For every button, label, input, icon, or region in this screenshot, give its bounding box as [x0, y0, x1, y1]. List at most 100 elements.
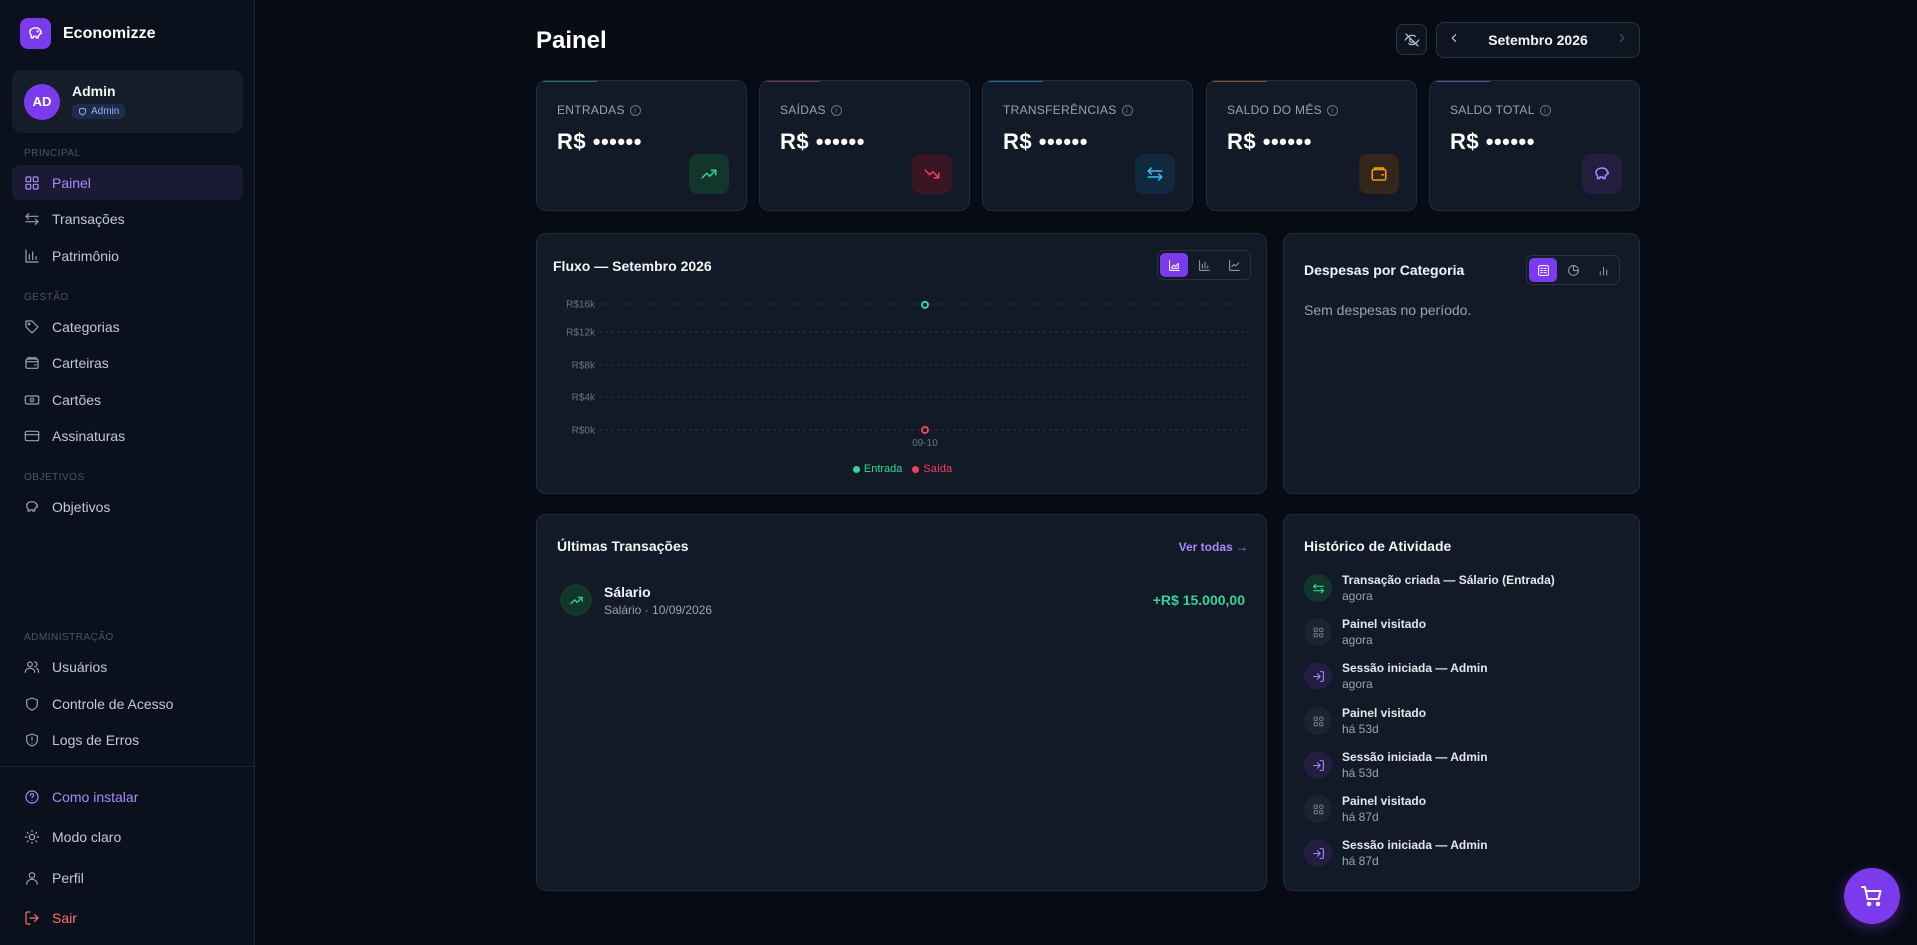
sidebar-item-label: Como instalar	[52, 788, 139, 805]
sidebar-item-categorias[interactable]: Categorias	[12, 309, 243, 344]
stat-value: R$ ••••••	[1450, 129, 1535, 154]
brand[interactable]: Economizze	[20, 18, 155, 49]
activity-text: Sessão iniciada — Admin	[1342, 661, 1488, 675]
stat-card-transferencias: TRANSFERÊNCIAS i R$ ••••••	[982, 80, 1193, 211]
sidebar-item-label: Assinaturas	[52, 427, 126, 444]
list-view-icon	[1537, 264, 1549, 276]
legend-label: Entrada	[863, 463, 903, 475]
sidebar-item-transacoes[interactable]: Transações	[12, 201, 243, 236]
stat-card-saidas: SAÍDAS i R$ ••••••	[759, 80, 970, 211]
sidebar-item-painel[interactable]: Painel	[12, 165, 243, 200]
categories-panel: Despesas por Categoria Sem despesas no p…	[1283, 233, 1640, 494]
sidebar-item-usuarios[interactable]: Usuários	[12, 649, 243, 684]
stat-card-saldo-total: SALDO TOTAL i R$ ••••••	[1429, 80, 1640, 211]
transaction-details: Salário · 10/09/2026	[604, 602, 713, 617]
info-icon[interactable]: i	[1326, 104, 1338, 116]
next-month-button[interactable]	[1615, 31, 1629, 50]
sidebar-item-controle-acesso[interactable]: Controle de Acesso	[12, 686, 243, 721]
accent-line	[1207, 81, 1267, 82]
activity-text: Sessão iniciada — Admin	[1342, 750, 1488, 764]
activity-text: Painel visitado	[1342, 706, 1427, 720]
sidebar: Economizze AD Admin Admin PRINCIPAL Pain…	[0, 0, 255, 945]
transaction-name: Sálario	[604, 583, 651, 600]
info-icon[interactable]: i	[1121, 104, 1133, 116]
grid-icon	[25, 175, 39, 190]
stat-label: SALDO TOTAL	[1450, 103, 1535, 117]
sidebar-item-sair[interactable]: Sair	[12, 900, 243, 935]
legend-saida[interactable]: Saída	[912, 463, 952, 475]
activity-time: agora	[1342, 633, 1373, 647]
data-point-sada[interactable]	[921, 426, 929, 434]
sidebar-item-label: Objetivos	[52, 498, 111, 515]
view-all-link[interactable]: Ver todas →	[1179, 540, 1248, 554]
stat-label: TRANSFERÊNCIAS	[1003, 103, 1117, 117]
users-icon	[24, 660, 40, 673]
bar-chart-icon	[1599, 266, 1607, 275]
page-title: Painel	[536, 27, 607, 54]
transactions-panel: Últimas Transações Ver todas →	[536, 514, 1267, 891]
chart-legend: Entrada Saída	[537, 463, 1268, 475]
trending-up-icon	[689, 154, 729, 194]
hide-values-button[interactable]	[1396, 24, 1427, 55]
legend-swatch	[852, 465, 860, 473]
activity-time: agora	[1342, 677, 1373, 691]
activity-time: há 53d	[1342, 722, 1379, 736]
activity-text: Transação criada — Sálario (Entrada)	[1342, 573, 1555, 587]
activity-item: Sessão iniciada — Admin há 53d	[1304, 747, 1604, 783]
sidebar-item-label: Carteiras	[52, 354, 109, 371]
role-label: Admin	[91, 105, 120, 117]
accent-line	[760, 81, 820, 82]
help-circle-icon	[25, 789, 39, 804]
login-icon	[1304, 839, 1332, 867]
sidebar-item-perfil[interactable]: Perfil	[12, 860, 243, 895]
stat-value: R$ ••••••	[1227, 129, 1312, 154]
cart-fab-button[interactable]	[1844, 868, 1900, 924]
bar-view-button[interactable]	[1589, 258, 1617, 282]
y-tick-label: R$8k	[572, 361, 596, 372]
activity-title: Histórico de Atividade	[1304, 538, 1452, 554]
stat-value: R$ ••••••	[1003, 129, 1088, 154]
info-icon[interactable]: i	[830, 104, 842, 116]
sidebar-item-label: Perfil	[52, 869, 84, 886]
sidebar-item-cartoes[interactable]: Cartões	[12, 382, 243, 417]
sidebar-item-objetivos[interactable]: Objetivos	[12, 489, 243, 524]
stat-label-row: ENTRADAS i	[557, 103, 641, 117]
sidebar-item-label: Painel	[52, 174, 91, 191]
sidebar-item-patrimonio[interactable]: Patrimônio	[12, 238, 243, 273]
list-view-button[interactable]	[1529, 258, 1557, 282]
banknote-icon	[24, 394, 40, 405]
stat-label-row: SAÍDAS i	[780, 103, 842, 117]
arrows-exchange-icon	[1135, 154, 1175, 194]
wallet-icon	[1359, 154, 1399, 194]
legend-entrada[interactable]: Entrada	[852, 463, 903, 475]
activity-item: Sessão iniciada — Admin há 87d	[1304, 835, 1604, 871]
sidebar-item-label: Sair	[52, 909, 77, 926]
piggy-bank-icon	[26, 500, 38, 512]
activity-time: há 53d	[1342, 766, 1379, 780]
previous-month-button[interactable]	[1447, 31, 1461, 50]
sidebar-item-modo-claro[interactable]: Modo claro	[12, 819, 243, 854]
pie-view-button[interactable]	[1559, 258, 1587, 282]
y-tick-label: R$16k	[566, 300, 596, 311]
activity-text: Painel visitado	[1342, 617, 1427, 631]
user-card[interactable]: AD Admin Admin	[12, 70, 243, 133]
arrows-exchange-icon	[25, 212, 39, 225]
sidebar-item-logs-erros[interactable]: Logs de Erros	[12, 722, 243, 757]
transaction-row[interactable]: Sálario Salário · 10/09/2026 +R$ 15.000,…	[560, 580, 1245, 620]
info-icon[interactable]: i	[629, 104, 641, 116]
piggy-bank-icon	[1582, 154, 1622, 194]
login-icon	[1304, 662, 1332, 690]
sidebar-item-label: Logs de Erros	[52, 731, 140, 748]
chevron-left-icon	[1451, 33, 1457, 42]
data-point-entrada[interactable]	[921, 300, 929, 309]
shopping-cart-icon	[1861, 886, 1882, 907]
sidebar-item-assinaturas[interactable]: Assinaturas	[12, 418, 243, 453]
y-tick-label: R$12k	[566, 328, 596, 339]
legend-swatch	[912, 465, 920, 473]
sidebar-item-label: Transações	[52, 210, 125, 227]
activity-item: Sessão iniciada — Admin agora	[1304, 658, 1604, 694]
info-icon[interactable]: i	[1539, 104, 1551, 116]
month-selector: Setembro 2026	[1436, 22, 1640, 58]
sidebar-item-carteiras[interactable]: Carteiras	[12, 345, 243, 380]
sidebar-item-como-instalar[interactable]: Como instalar	[12, 779, 243, 814]
